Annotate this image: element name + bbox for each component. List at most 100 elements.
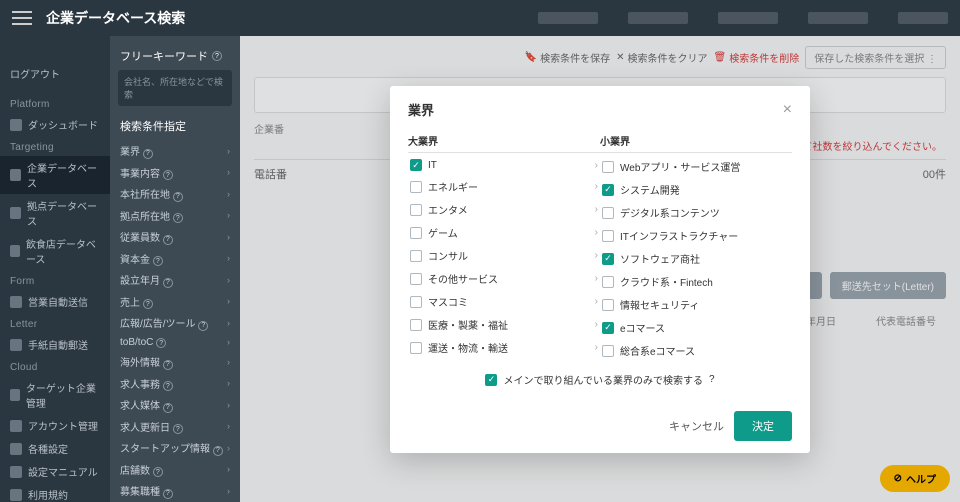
checkbox[interactable]	[410, 273, 422, 285]
chevron-right-icon: ›	[595, 273, 598, 284]
info-icon: ?	[163, 170, 173, 180]
industry-option[interactable]: IT›	[408, 155, 600, 175]
topbar-blur	[808, 12, 868, 24]
logout-link[interactable]: ログアウト	[10, 66, 100, 81]
ok-button[interactable]: 決定	[734, 411, 792, 441]
checkbox[interactable]	[410, 319, 422, 331]
help-fab[interactable]: ⊘ヘルプ	[880, 465, 950, 492]
sidebar-item[interactable]: 設定マニュアル	[0, 460, 110, 483]
checkbox[interactable]	[410, 181, 422, 193]
sidebar-item[interactable]: 手紙自動郵送	[0, 333, 110, 356]
modal-overlay[interactable]: 業界 × 大業界 IT›エネルギー›エンタメ›ゲーム›コンサル›その他サービス›…	[240, 36, 960, 502]
sidebar-item[interactable]: 飲食店データベース	[0, 232, 110, 270]
industry-option[interactable]: マスコミ›	[408, 290, 600, 313]
filter-row[interactable]: 業界 ?›	[110, 140, 240, 162]
filter-row[interactable]: 本社所在地 ?›	[110, 183, 240, 205]
sidebar-item[interactable]: 企業データベース	[0, 156, 110, 194]
sidebar-item[interactable]: 利用規約	[0, 483, 110, 502]
checkbox[interactable]	[602, 207, 614, 219]
cancel-button[interactable]: キャンセル	[669, 411, 724, 441]
close-icon[interactable]: ×	[783, 101, 792, 119]
checkbox[interactable]	[410, 296, 422, 308]
industry-option[interactable]: クラウド系・Fintech	[600, 270, 792, 293]
nav-icon	[10, 296, 22, 308]
info-icon: ?	[173, 213, 183, 223]
sidebar-item[interactable]: ダッシュボード	[0, 113, 110, 136]
sidebar-item[interactable]: ターゲット企業管理	[0, 376, 110, 414]
filter-row[interactable]: 求人媒体 ?›	[110, 394, 240, 416]
filter-row[interactable]: スタートアップ情報 ?›	[110, 437, 240, 459]
option-label: デジタル系コンテンツ	[620, 205, 720, 220]
info-icon: ?	[163, 235, 173, 245]
industry-option[interactable]: ソフトウェア商社	[600, 247, 792, 270]
checkbox[interactable]	[410, 250, 422, 262]
checkbox[interactable]	[410, 342, 422, 354]
chevron-right-icon: ›	[227, 337, 230, 347]
checkbox[interactable]	[602, 322, 614, 334]
filter-label: 売上 ?	[120, 294, 153, 310]
option-label: ゲーム	[428, 225, 458, 240]
filter-label: 募集職種 ?	[120, 483, 173, 499]
chevron-right-icon: ›	[227, 253, 230, 263]
filter-row[interactable]: 従業員数 ?›	[110, 226, 240, 248]
checkbox[interactable]	[602, 161, 614, 173]
sidebar-section: Form	[0, 270, 110, 290]
industry-option[interactable]: 運送・物流・輸送›	[408, 336, 600, 359]
industry-option[interactable]: 医療・製薬・福祉›	[408, 313, 600, 336]
major-col-title: 大業界	[408, 129, 600, 153]
industry-option[interactable]: デジタル系コンテンツ	[600, 201, 792, 224]
chevron-right-icon: ›	[227, 146, 230, 156]
checkbox[interactable]	[602, 299, 614, 311]
chevron-right-icon: ›	[227, 167, 230, 177]
hamburger-icon[interactable]	[12, 11, 32, 25]
checkbox[interactable]	[602, 276, 614, 288]
filter-row[interactable]: 事業内容 ?›	[110, 162, 240, 184]
info-icon: ?	[163, 360, 173, 370]
filter-row[interactable]: 拠点所在地 ?›	[110, 205, 240, 227]
filter-row[interactable]: 求人事務 ?›	[110, 373, 240, 395]
sidebar-item[interactable]: 各種設定	[0, 437, 110, 460]
sidebar-item[interactable]: 拠点データベース	[0, 194, 110, 232]
chevron-right-icon: ›	[227, 464, 230, 474]
topbar-right	[538, 12, 948, 24]
option-label: 情報セキュリティ	[620, 297, 699, 312]
filter-row[interactable]: 海外情報 ?›	[110, 351, 240, 373]
chevron-right-icon: ›	[595, 181, 598, 192]
checkbox[interactable]	[602, 253, 614, 265]
checkbox[interactable]	[410, 204, 422, 216]
info-icon: ?	[143, 149, 153, 159]
filter-row[interactable]: 売上 ?›	[110, 291, 240, 313]
filter-row[interactable]: 資本金 ?›	[110, 248, 240, 270]
filter-row[interactable]: 広報/広告/ツール ?›	[110, 312, 240, 334]
filter-row[interactable]: toB/toC ?›	[110, 334, 240, 352]
industry-option[interactable]: ITインフラストラクチャー	[600, 224, 792, 247]
checkbox[interactable]	[410, 227, 422, 239]
industry-option[interactable]: エンタメ›	[408, 198, 600, 221]
filter-row[interactable]: 店舗数 ?›	[110, 459, 240, 481]
sidebar-item[interactable]: 営業自動送信	[0, 290, 110, 313]
industry-option[interactable]: 情報セキュリティ	[600, 293, 792, 316]
keyword-search-input[interactable]: 会社名、所在地などで検索	[118, 70, 232, 106]
checkbox[interactable]	[602, 230, 614, 242]
info-icon: ?	[163, 403, 173, 413]
industry-option[interactable]: その他サービス›	[408, 267, 600, 290]
filter-row[interactable]: 設立年月 ?›	[110, 269, 240, 291]
option-label: エネルギー	[428, 179, 478, 194]
industry-option[interactable]: システム開発	[600, 178, 792, 201]
industry-option[interactable]: 総合系eコマース	[600, 339, 792, 362]
main-only-checkbox-row[interactable]: メインで取り組んでいる業界のみで検索する ?	[408, 362, 792, 393]
checkbox[interactable]	[602, 345, 614, 357]
topbar-blur	[718, 12, 778, 24]
sidebar-item[interactable]: アカウント管理	[0, 414, 110, 437]
main-only-checkbox[interactable]	[485, 374, 497, 386]
industry-option[interactable]: コンサル›	[408, 244, 600, 267]
industry-option[interactable]: ゲーム›	[408, 221, 600, 244]
filter-row[interactable]: 求人更新日 ?›	[110, 416, 240, 438]
industry-option[interactable]: エネルギー ›	[408, 175, 600, 198]
checkbox[interactable]	[602, 184, 614, 196]
checkbox[interactable]	[410, 159, 422, 171]
sidebar-item-label: 利用規約	[28, 487, 68, 502]
industry-option[interactable]: Webアプリ・サービス運営	[600, 155, 792, 178]
filter-row[interactable]: 募集職種 ?›	[110, 480, 240, 502]
industry-option[interactable]: eコマース	[600, 316, 792, 339]
